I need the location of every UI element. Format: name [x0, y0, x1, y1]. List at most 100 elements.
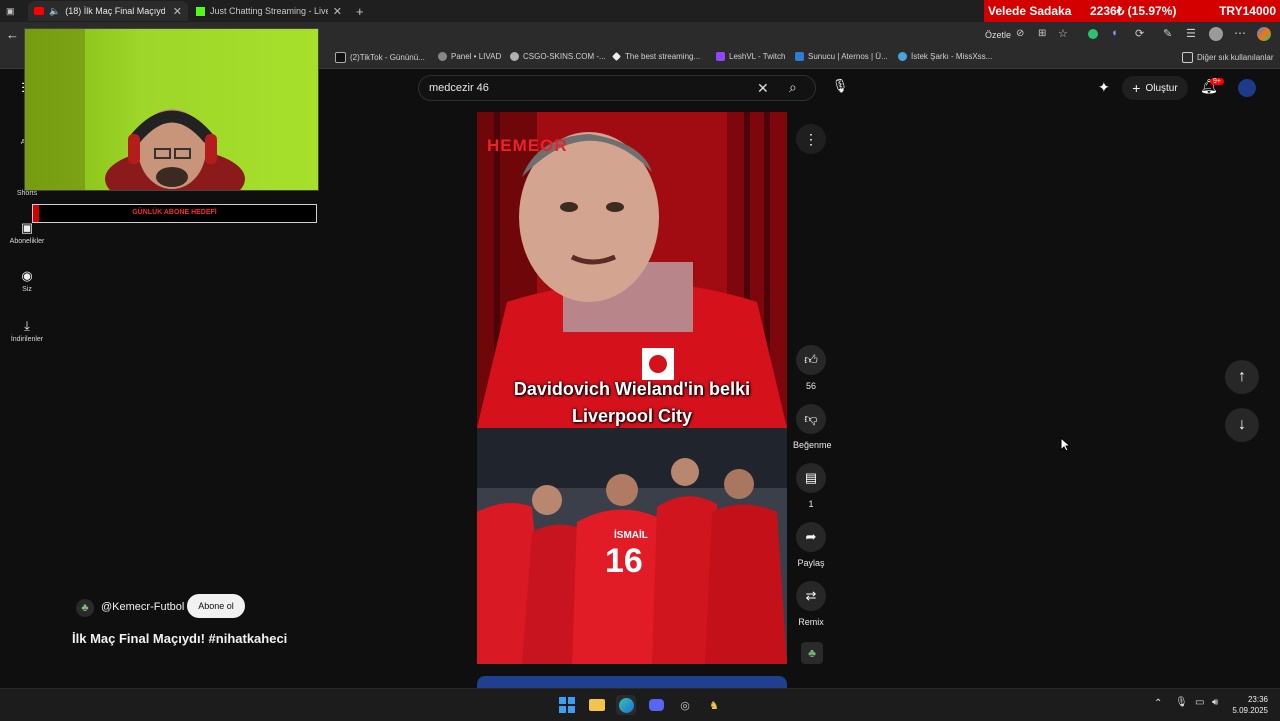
clock-date[interactable]: 5.09.2025	[1228, 706, 1268, 715]
bookmark-csgo[interactable]: CSGO-SKINS.COM -...	[510, 52, 606, 61]
create-button[interactable]: + Oluştur	[1122, 76, 1188, 100]
bookmark-streaming[interactable]: The best streaming...	[612, 52, 700, 61]
arrow-down-icon: ↓	[1238, 416, 1246, 433]
read-aloud-icon[interactable]: ⊘	[1016, 28, 1024, 39]
more-options-icon[interactable]: ⋮	[796, 124, 826, 154]
close-tab-icon[interactable]: ✕	[173, 5, 182, 18]
channel-avatar[interactable]: ♣	[76, 599, 94, 617]
extensions-puzzle-icon[interactable]: ✎	[1163, 27, 1172, 40]
clear-search-icon[interactable]: ✕	[757, 80, 769, 97]
aternos-icon	[795, 52, 804, 61]
sidebar-item-you[interactable]: ◉ Siz	[0, 268, 54, 293]
goal-banner-text: GÜNLÜK ABONE HEDEFİ	[132, 209, 217, 216]
network-icon[interactable]: ▭	[1195, 697, 1204, 708]
comments-button[interactable]: ▤ 1	[793, 463, 829, 509]
profile-avatar-icon[interactable]	[1209, 27, 1223, 41]
back-icon[interactable]: ←	[6, 27, 19, 42]
sidebar-item-downloads[interactable]: ⤓ İndirilenler	[0, 318, 54, 343]
next-short-preview[interactable]	[477, 676, 787, 688]
browser-tab-strip: ▣ 🔈 (18) İlk Maç Final Maçıydı! #r ✕ Jus…	[0, 0, 1280, 22]
sub-goal-banner: GÜNLÜK ABONE HEDEFİ	[32, 204, 317, 223]
remix-label: Remix	[798, 617, 824, 627]
bookmark-aternos[interactable]: Sunucu | Aternos | Ü...	[795, 52, 888, 61]
tiktok-icon	[335, 52, 346, 63]
windows-logo-icon	[559, 697, 575, 713]
obs-icon[interactable]: ◎	[675, 695, 695, 715]
comment-icon: ▤	[796, 463, 826, 493]
edge-icon[interactable]	[616, 695, 636, 715]
kick-favicon-icon	[196, 6, 205, 16]
bookmark-other[interactable]: Diğer sık kullanılanlar	[1182, 52, 1273, 63]
account-avatar[interactable]	[1238, 79, 1256, 97]
mouse-cursor-icon	[1060, 437, 1070, 452]
discord-icon[interactable]	[646, 695, 666, 715]
account-icon: ◉	[21, 268, 33, 283]
bookmark-twitch[interactable]: LeshVL - Twitch	[716, 52, 785, 61]
remix-icon: ⇄	[796, 581, 826, 611]
channel-name[interactable]: @Kemecr-Futbol	[101, 601, 184, 613]
next-short-button[interactable]: ↓	[1225, 408, 1259, 442]
jersey-name: İSMAİL	[614, 530, 648, 541]
new-tab-button[interactable]: +	[350, 1, 370, 21]
remix-button[interactable]: ⇄ Remix	[793, 581, 829, 627]
clock-time[interactable]: 23:36	[1232, 695, 1268, 704]
tab-actions-button[interactable]: ▣	[0, 1, 24, 21]
bookmark-panel[interactable]: Panel • LIVAD	[438, 52, 501, 61]
previous-short-button[interactable]: ↑	[1225, 360, 1259, 394]
tab-kick[interactable]: Just Chatting Streaming - Live Str ✕	[190, 1, 348, 21]
music-icon	[898, 52, 907, 61]
search-icon[interactable]: ⌕	[789, 79, 797, 96]
tab-youtube[interactable]: 🔈 (18) İlk Maç Final Maçıydı! #r ✕	[28, 1, 188, 21]
tray-chevron-icon[interactable]: ⌃	[1154, 698, 1162, 709]
apps-icon[interactable]: ⊞	[1038, 28, 1046, 39]
refresh-icon[interactable]: ⟳	[1135, 27, 1144, 40]
share-button[interactable]: ➦ Paylaş	[793, 522, 829, 568]
video-watermark: HEMEOR	[487, 136, 568, 155]
more-menu-icon[interactable]: ⋯	[1234, 26, 1246, 40]
download-icon: ⤓	[24, 318, 30, 333]
thumbs-up-icon: 👍︎	[796, 345, 826, 375]
video-caption-line2: Liverpool City	[571, 406, 692, 426]
comment-count: 1	[808, 499, 814, 509]
donation-ticker: Velede Sadaka 2236₺ (15.97%) TRY14000	[984, 0, 1280, 22]
bookmark-tiktok[interactable]: (2)TikTok - Gününü...	[335, 52, 425, 63]
short-video-player[interactable]: HEMEOR Davidovich Wieland'in belki Liver…	[477, 112, 787, 664]
volume-icon[interactable]: 🔊︎	[1212, 697, 1218, 708]
speaker-icon[interactable]: 🔈	[49, 6, 60, 17]
ticker-name: Velede Sadaka	[988, 4, 1072, 18]
twitch-icon	[716, 52, 725, 61]
extension-icon[interactable]: ◖	[1111, 27, 1118, 39]
share-label: Paylaş	[797, 558, 825, 568]
notification-badge: 9+	[1210, 78, 1224, 85]
jersey-number: 16	[605, 542, 643, 580]
favorite-star-icon[interactable]: ☆	[1058, 27, 1068, 40]
like-button[interactable]: 👍︎ 56	[793, 345, 829, 391]
sidebar-item-subscriptions[interactable]: ▣ Abonelikler	[0, 220, 54, 245]
collections-icon[interactable]: ☰	[1186, 27, 1196, 40]
windows-taskbar: ◎ ♞ ⌃ 🎙 ▭ 🔊︎ 23:36 5.09.2025	[0, 688, 1280, 721]
file-explorer-icon[interactable]	[587, 695, 607, 715]
summarize-button[interactable]: Özetle	[985, 30, 1011, 40]
cast-icon[interactable]: ✦	[1098, 79, 1110, 96]
sound-thumbnail[interactable]: ♣	[801, 642, 823, 664]
plus-icon: +	[1132, 80, 1141, 96]
folder-icon	[1182, 52, 1193, 63]
close-tab-icon[interactable]: ✕	[333, 5, 342, 18]
copilot-icon[interactable]	[1257, 27, 1271, 41]
start-icon[interactable]	[557, 695, 577, 715]
panel-icon	[438, 52, 447, 61]
bookmark-istek[interactable]: İstek Şarkı - MissXss...	[898, 52, 992, 61]
arrow-up-icon: ↑	[1238, 368, 1246, 385]
microphone-icon[interactable]: 🎙	[1175, 697, 1188, 708]
search-input[interactable]: medcezir 46	[429, 82, 489, 94]
ticker-change: 2236₺ (15.97%)	[1090, 4, 1177, 18]
voice-search-icon[interactable]: 🎙	[830, 78, 850, 98]
tab-actions-icon: ▣	[6, 5, 15, 16]
subscribe-button[interactable]: Abone ol	[187, 594, 245, 618]
webcam-overlay	[24, 28, 319, 191]
like-count: 56	[805, 381, 816, 391]
app-icon[interactable]: ♞	[704, 695, 724, 715]
video-title[interactable]: İlk Maç Final Maçıydı! #nihatkaheci	[72, 631, 287, 646]
dislike-button[interactable]: 👎︎ Beğenme	[793, 404, 832, 450]
shield-icon[interactable]	[1088, 29, 1098, 39]
